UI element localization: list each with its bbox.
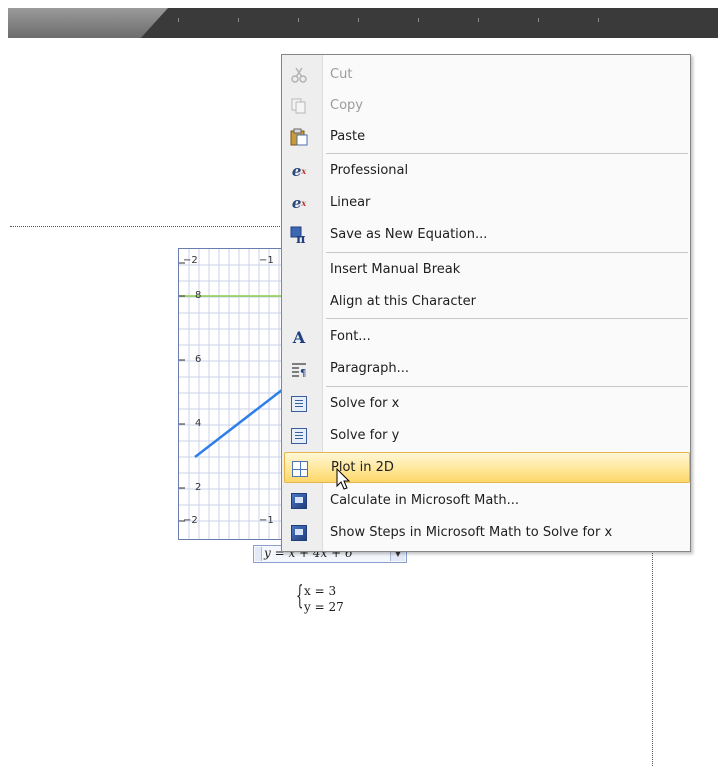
menu-separator [326, 153, 688, 154]
linear-equation-icon: ex [291, 194, 307, 212]
ruler-tick [118, 18, 119, 22]
menu-item-label: Save as New Equation... [330, 227, 488, 242]
menu-item-label: Align at this Character [330, 294, 476, 309]
microsoft-math-icon [289, 491, 309, 511]
paragraph-icon: ¶ [289, 359, 309, 379]
menu-separator [326, 386, 688, 387]
x-tick-label: −2 [183, 255, 198, 266]
mouse-pointer-icon [336, 467, 352, 496]
menu-item-label: Paragraph... [330, 361, 409, 376]
ruler-tick [178, 18, 179, 22]
menu-item-label: Solve for x [330, 396, 400, 411]
save-equation-icon: π [289, 225, 309, 245]
menu-item-align-at-character[interactable]: Align at this Character [284, 286, 688, 317]
menu-item-label: Linear [330, 195, 371, 210]
menu-separator [326, 252, 688, 253]
menu-item-linear[interactable]: ex Linear [284, 187, 688, 218]
menu-item-label: Font... [330, 329, 371, 344]
margin-guide-horizontal [10, 226, 282, 227]
ruler-tick [68, 18, 69, 22]
x-tick-label: −1 [259, 515, 274, 526]
y-tick-label: 2 [195, 482, 202, 493]
menu-item-paste[interactable]: Paste [284, 121, 688, 152]
ruler-tick [478, 18, 479, 22]
menu-item-insert-manual-break[interactable]: Insert Manual Break [284, 254, 688, 285]
top-ruler [8, 8, 718, 38]
menu-item-paragraph[interactable]: ¶ Paragraph... [284, 353, 688, 384]
menu-item-label: Show Steps in Microsoft Math to Solve fo… [330, 525, 613, 540]
ruler-tick [238, 18, 239, 22]
menu-item-save-as-new-equation[interactable]: π Save as New Equation... [284, 219, 688, 250]
ruler-margin-region [8, 8, 168, 38]
menu-item-label: Solve for y [330, 428, 400, 443]
y-tick-label: 6 [195, 354, 202, 365]
menu-item-label: Paste [330, 129, 366, 144]
brace-icon: { [296, 581, 304, 611]
y-tick-label: 8 [195, 290, 202, 301]
scissors-icon [289, 65, 309, 85]
menu-separator [326, 318, 688, 319]
menu-item-font[interactable]: A Font... [284, 321, 688, 352]
menu-item-copy[interactable]: Copy [284, 90, 688, 121]
solution-row-x: x = 3 [304, 584, 337, 598]
copy-icon [289, 96, 309, 116]
plot-2d-icon [290, 459, 310, 479]
ruler-tick [598, 18, 599, 22]
menu-item-label: Professional [330, 163, 409, 178]
margin-guide-vertical [652, 548, 653, 766]
y-tick-label: 4 [195, 418, 202, 429]
menu-item-cut[interactable]: Cut [284, 59, 688, 90]
solve-icon [289, 394, 309, 414]
menu-item-show-steps-microsoft-math[interactable]: Show Steps in Microsoft Math to Solve fo… [284, 517, 688, 548]
menu-item-label: Insert Manual Break [330, 262, 461, 277]
menu-item-label: Calculate in Microsoft Math... [330, 493, 520, 508]
x-tick-label: −2 [183, 515, 198, 526]
menu-item-label: Cut [330, 67, 353, 82]
equation-move-handle[interactable] [255, 547, 262, 561]
menu-item-professional[interactable]: ex Professional [284, 155, 688, 186]
ruler-tick [538, 18, 539, 22]
paste-icon [289, 127, 309, 147]
menu-item-label: Copy [330, 98, 363, 113]
x-tick-label: −1 [259, 255, 274, 266]
solution-row-y: y = 27 [304, 600, 344, 614]
font-icon: A [292, 327, 306, 347]
solve-icon [289, 426, 309, 446]
svg-text:¶: ¶ [300, 368, 306, 377]
ruler-tick [418, 18, 419, 22]
ruler-tick [298, 18, 299, 22]
microsoft-math-icon [289, 523, 309, 543]
equation-graph[interactable]: −2 −1 8 6 4 2 −2 −1 [178, 248, 292, 540]
ruler-tick [358, 18, 359, 22]
menu-item-solve-for-y[interactable]: Solve for y [284, 420, 688, 451]
professional-equation-icon: ex [291, 162, 307, 180]
svg-text:π: π [296, 232, 306, 244]
menu-item-solve-for-x[interactable]: Solve for x [284, 388, 688, 419]
